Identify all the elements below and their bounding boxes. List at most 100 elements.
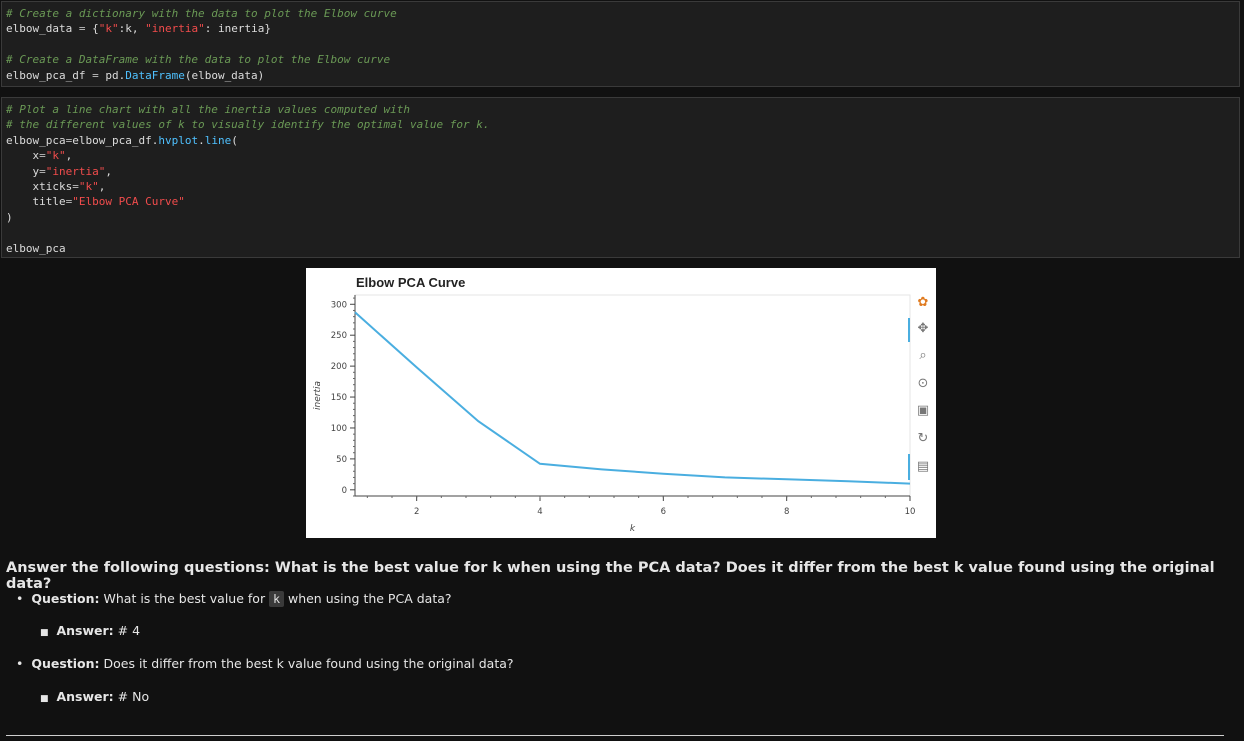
code-token: # Plot a line chart with all the inertia… xyxy=(6,103,410,116)
list-item: • Question: What is the best value for k… xyxy=(16,591,452,607)
code-token: , xyxy=(65,149,73,163)
x-tick-label: 4 xyxy=(537,507,542,517)
code-token: . xyxy=(198,133,205,147)
pan-icon[interactable]: ✥ xyxy=(914,320,932,338)
answer-heading: Answer the following questions: What is … xyxy=(6,560,1215,592)
code-token: elbow_data xyxy=(6,22,79,36)
code-token: : inertia} xyxy=(204,22,271,36)
code-line xyxy=(6,37,1235,52)
code-line: # Create a DataFrame with the data to pl… xyxy=(6,52,1235,67)
question-label: Question: xyxy=(31,656,100,671)
code-token: = xyxy=(72,180,79,194)
code-token: xticks xyxy=(6,180,73,194)
y-tick-label: 100 xyxy=(331,424,347,434)
answer-text: # No xyxy=(113,689,150,704)
code-token: title xyxy=(6,195,66,209)
list-item: • Question: Does it differ from the best… xyxy=(16,656,514,671)
divider xyxy=(6,735,1224,736)
code-token: "k" xyxy=(45,149,66,163)
code-token: elbow_pca xyxy=(6,241,66,255)
code-token: { xyxy=(85,22,99,36)
code-editor[interactable]: # Create a dictionary with the data to p… xyxy=(2,2,1239,87)
code-line: elbow_pca_df = pd.DataFrame(elbow_data) xyxy=(6,68,1235,83)
code-token: = xyxy=(39,164,46,178)
code-line: elbow_data = {"k":k, "inertia": inertia} xyxy=(6,21,1235,36)
bullet-dot: • xyxy=(16,656,24,671)
code-token: hvplot xyxy=(158,133,199,147)
reset-icon[interactable]: ↻ xyxy=(914,430,932,448)
code-token: "k" xyxy=(98,22,119,36)
code-line: # Create a dictionary with the data to p… xyxy=(6,6,1235,21)
code-token: = xyxy=(92,68,99,82)
code-token: DataFrame xyxy=(125,68,185,82)
code-line: # the different values of k to visually … xyxy=(6,117,1235,132)
bokeh-logo-icon[interactable]: ✿ xyxy=(914,294,932,312)
code-line xyxy=(6,225,1235,240)
active-tool-indicator xyxy=(908,454,910,480)
code-line: xticks="k", xyxy=(6,179,1235,194)
code-token: pd. xyxy=(98,68,126,82)
save-icon[interactable]: ▣ xyxy=(914,402,932,420)
x-tick-label: 8 xyxy=(784,507,789,517)
wheel-zoom-icon[interactable]: ⊙ xyxy=(914,375,932,393)
code-cell-2[interactable]: # Plot a line chart with all the inertia… xyxy=(1,97,1240,258)
code-line: y="inertia", xyxy=(6,164,1235,179)
code-editor[interactable]: # Plot a line chart with all the inertia… xyxy=(2,98,1239,260)
y-tick-label: 150 xyxy=(331,393,347,403)
code-token: y xyxy=(6,164,40,178)
code-token: # the different values of k to visually … xyxy=(6,118,490,132)
hover-icon[interactable]: ▤ xyxy=(914,458,932,476)
x-axis-label: k xyxy=(630,524,636,534)
question-text: when using the PCA data? xyxy=(284,591,452,606)
answer-label: Answer: xyxy=(56,623,114,638)
question-label: Question: xyxy=(31,591,100,606)
chart-svg: Elbow PCA Curve 0 50 100 150 200 250 300 2 4 6 8 10 k… xyxy=(313,275,916,534)
bullet-dot: • xyxy=(16,591,24,606)
code-token: "inertia" xyxy=(45,164,106,178)
x-tick-label: 2 xyxy=(414,507,419,517)
code-token: # Create a DataFrame with the data to pl… xyxy=(6,53,391,67)
code-token: = xyxy=(39,149,46,163)
plot-frame xyxy=(354,294,911,497)
y-tick-label: 200 xyxy=(331,362,347,372)
code-token: :k, xyxy=(118,22,146,36)
code-line: x="k", xyxy=(6,148,1235,163)
code-line: title="Elbow PCA Curve" xyxy=(6,194,1235,209)
active-tool-indicator xyxy=(908,318,910,342)
box-zoom-icon[interactable]: ⌕ xyxy=(914,347,932,365)
code-cell-1[interactable]: # Create a dictionary with the data to p… xyxy=(1,1,1240,87)
question-text: What is the best value for xyxy=(99,591,270,606)
chart-toolbar: ✿ ✥ ⌕ ⊙ ▣ ↻ ▤ xyxy=(906,290,936,490)
code-token: , xyxy=(98,180,106,194)
code-token: x xyxy=(6,149,40,163)
code-token: line xyxy=(204,133,232,147)
code-token: (elbow_data) xyxy=(184,68,265,82)
x-tick-label: 10 xyxy=(905,507,916,517)
question-text: Does it differ from the best k value fou… xyxy=(99,656,514,671)
code-token: elbow_pca_df. xyxy=(72,133,159,147)
markdown-cell: Answer the following questions: What is … xyxy=(6,560,1236,592)
code-token: elbow_pca_df xyxy=(6,68,93,82)
list-item: ■ Answer: # No xyxy=(40,689,149,704)
code-token: ( xyxy=(231,133,238,147)
code-line: elbow_pca xyxy=(6,241,1235,256)
y-axis-label: inertia xyxy=(313,381,323,410)
code-token: "Elbow PCA Curve" xyxy=(72,195,185,209)
list-item: ■ Answer: # 4 xyxy=(40,623,140,638)
code-line: elbow_pca=elbow_pca_df.hvplot.line( xyxy=(6,133,1235,148)
bullet-square: ■ xyxy=(40,694,49,704)
x-tick-label: 6 xyxy=(661,507,666,517)
y-tick-label: 250 xyxy=(331,331,347,341)
code-token: "k" xyxy=(78,180,99,194)
code-line: # Plot a line chart with all the inertia… xyxy=(6,102,1235,117)
answer-label: Answer: xyxy=(56,689,114,704)
inline-code: k xyxy=(269,591,284,607)
series-line xyxy=(354,311,911,485)
elbow-chart: Elbow PCA Curve 0 50 100 150 200 250 300 2 4 6 8 10 k… xyxy=(306,268,936,538)
code-token: "inertia" xyxy=(145,22,205,36)
code-token: # Create a dictionary with the data to p… xyxy=(6,7,397,20)
code-token: ) xyxy=(6,210,13,224)
code-token: elbow_pca xyxy=(6,133,66,147)
bullet-square: ■ xyxy=(40,628,49,638)
